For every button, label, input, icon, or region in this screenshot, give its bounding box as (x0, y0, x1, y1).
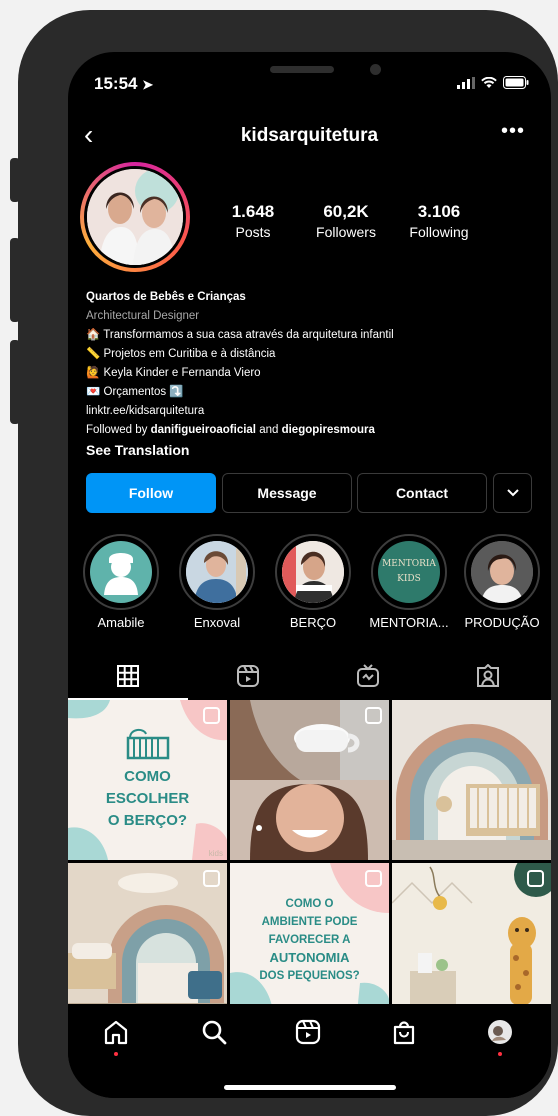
phone-frame: 15:54 ➤ ‹ kidsarquitetura ••• 1.648 Post… (18, 10, 558, 1116)
search-icon[interactable] (200, 1018, 228, 1046)
mentoria-badge-text: MENTORIA (382, 559, 436, 569)
status-time: 15:54 ➤ (94, 74, 154, 93)
contact-button[interactable]: Contact (357, 473, 487, 513)
front-camera (370, 64, 381, 75)
post-title-line: AMBIENTE PODE (261, 916, 358, 928)
profile-icon[interactable] (486, 1018, 514, 1046)
profile-tabs (68, 652, 551, 700)
message-button[interactable]: Message (222, 473, 352, 513)
highlight-label: MENTORIA... (369, 615, 449, 630)
post-tile[interactable]: COMO O AMBIENTE PODE FAVORECER A AUTONOM… (230, 863, 389, 1023)
home-notification-dot (114, 1052, 118, 1056)
post-title-line: COMO (124, 768, 171, 785)
follow-button[interactable]: Follow (86, 473, 216, 513)
highlight-label: BERÇO (289, 615, 337, 630)
profile-header: ‹ kidsarquitetura ••• (68, 120, 551, 152)
highlight-mentoria[interactable]: MENTORIA KIDS MENTORIA... (367, 534, 451, 630)
tagged-icon[interactable] (474, 662, 502, 690)
post-tile[interactable] (68, 863, 227, 1023)
chevron-down-icon (506, 489, 519, 497)
signal-icon (457, 76, 475, 89)
grid-icon[interactable] (114, 662, 142, 690)
post-tile[interactable]: COMO ESCOLHER O BERÇO? kids (68, 700, 227, 860)
highlight-enxoval[interactable]: Enxoval (175, 534, 259, 630)
post-title-line: FAVORECER A (268, 934, 351, 946)
shop-icon[interactable] (390, 1018, 418, 1046)
reels-nav-icon[interactable] (294, 1018, 322, 1046)
bio-line: 🙋 Keyla Kinder e Fernanda Viero (86, 367, 261, 379)
phone-notch (172, 52, 448, 94)
highlight-label: PRODUÇÃO (464, 615, 540, 630)
post-tile[interactable] (392, 700, 551, 860)
home-indicator[interactable] (224, 1085, 396, 1090)
post-title-line: ESCOLHER (105, 790, 190, 807)
bio-line: 🏠 Transformamos a sua casa através da ar… (86, 329, 394, 341)
post-title-line: AUTONOMIA (269, 950, 350, 965)
profile-username: kidsarquitetura (240, 125, 379, 146)
profile-avatar[interactable] (80, 162, 190, 272)
instagram-profile-screen: 15:54 ➤ ‹ kidsarquitetura ••• 1.648 Post… (68, 52, 551, 1098)
followed-by[interactable]: Followed by danifigueiroaoficial and die… (86, 421, 536, 440)
highlight-berco[interactable]: BERÇO (271, 534, 355, 630)
post-title-line: COMO O (285, 898, 334, 910)
post-brand: kids (208, 849, 223, 858)
bio-line: 📏 Projetos em Curitiba e à distância (86, 348, 276, 360)
wifi-icon (481, 76, 497, 88)
highlight-label: Amabile (97, 615, 145, 630)
reels-icon[interactable] (234, 662, 262, 690)
more-icon[interactable]: ••• (501, 120, 525, 143)
post-title-line: DOS PEQUENOS? (259, 970, 360, 982)
profile-category: Architectural Designer (86, 310, 200, 322)
highlight-amabile[interactable]: Amabile (79, 534, 163, 630)
posts-stat[interactable]: 1.648 Posts (208, 202, 298, 240)
bio-line: 💌 Orçamentos ⤵️ (86, 386, 184, 398)
mentoria-badge-text: KIDS (397, 574, 421, 584)
post-tile[interactable] (230, 700, 389, 860)
battery-icon (503, 76, 529, 89)
suggested-accounts-button[interactable] (493, 473, 532, 513)
bottom-navigation (68, 1004, 551, 1098)
home-icon[interactable] (102, 1018, 130, 1046)
post-title-line: O BERÇO? (107, 812, 188, 829)
profile-bio: Quartos de Bebês e Crianças Architectura… (86, 288, 536, 460)
speaker (270, 66, 334, 73)
post-tile[interactable] (392, 863, 551, 1023)
highlight-label: Enxoval (193, 615, 241, 630)
profile-notification-dot (498, 1052, 502, 1056)
bio-link[interactable]: linktr.ee/kidsarquitetura (86, 402, 536, 421)
highlight-producao[interactable]: PRODUÇÃO (460, 534, 544, 630)
see-translation-link[interactable]: See Translation (86, 441, 536, 460)
status-icons (457, 76, 529, 89)
igtv-icon[interactable] (354, 662, 382, 690)
followers-stat[interactable]: 60,2K Followers (301, 202, 391, 240)
following-stat[interactable]: 3.106 Following (394, 202, 484, 240)
profile-name: Quartos de Bebês e Crianças (86, 291, 246, 303)
